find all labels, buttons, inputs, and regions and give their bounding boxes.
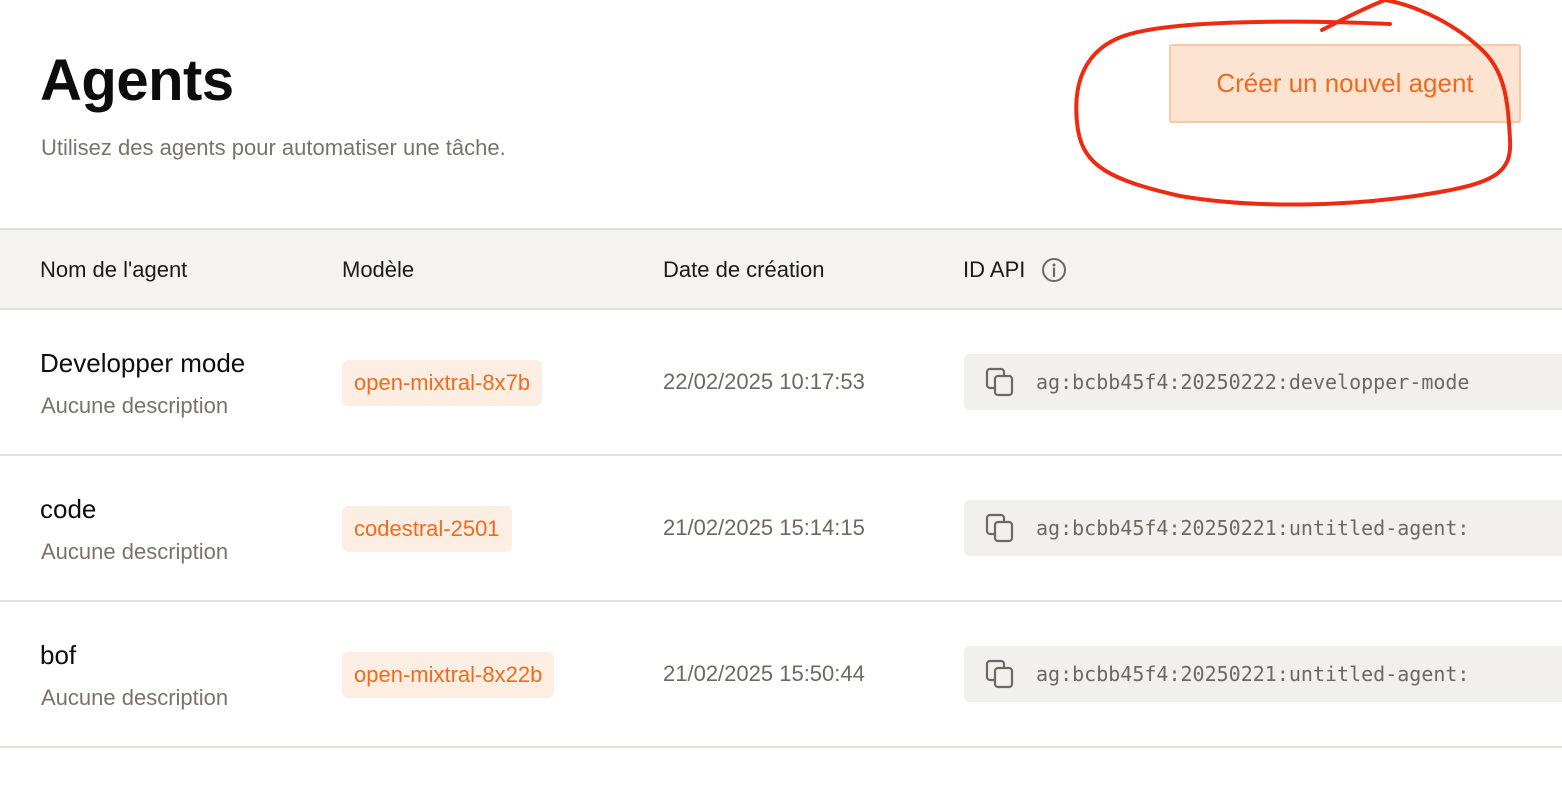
agent-description: Aucune description <box>41 393 229 418</box>
agent-name[interactable]: Developper mode <box>40 347 245 379</box>
column-header-model: Modèle <box>342 230 414 310</box>
api-id-field: ag:bcbb45f4:20250222:developper-mode <box>964 354 1562 410</box>
column-header-created: Date de création <box>663 230 824 310</box>
creation-date: 22/02/2025 10:17:53 <box>663 369 865 394</box>
agent-name[interactable]: bof <box>40 639 76 671</box>
creation-date: 21/02/2025 15:14:15 <box>663 515 865 540</box>
table-header: Nom de l'agent Modèle Date de création I… <box>0 228 1562 310</box>
column-header-name: Nom de l'agent <box>40 230 187 310</box>
api-id-field: ag:bcbb45f4:20250221:untitled-agent: <box>964 646 1562 702</box>
api-id-field: ag:bcbb45f4:20250221:untitled-agent: <box>964 500 1562 556</box>
agents-page: Agents Utilisez des agents pour automati… <box>0 0 1562 810</box>
column-header-created-label: Date de création <box>663 257 825 282</box>
agent-description: Aucune description <box>41 539 229 564</box>
api-id-value: ag:bcbb45f4:20250221:untitled-agent: <box>1036 662 1470 686</box>
column-header-model-label: Modèle <box>342 257 415 282</box>
agent-name[interactable]: code <box>40 493 96 525</box>
agents-table: Nom de l'agent Modèle Date de création I… <box>0 228 1562 748</box>
table-row[interactable]: code Aucune description codestral-2501 2… <box>0 456 1562 602</box>
table-row[interactable]: bof Aucune description open-mixtral-8x22… <box>0 602 1562 748</box>
creation-date: 21/02/2025 15:50:44 <box>663 661 865 686</box>
column-header-api-id: ID API <box>963 230 1067 310</box>
copy-icon[interactable] <box>984 658 1016 690</box>
model-badge: open-mixtral-8x7b <box>342 360 543 406</box>
page-subtitle: Utilisez des agents pour automatiser une… <box>41 135 506 160</box>
copy-icon[interactable] <box>984 366 1016 398</box>
api-id-value: ag:bcbb45f4:20250222:developper-mode <box>1036 370 1470 394</box>
copy-icon[interactable] <box>984 512 1016 544</box>
create-agent-button[interactable]: Créer un nouvel agent <box>1169 44 1521 123</box>
model-badge: codestral-2501 <box>342 506 512 552</box>
column-header-api-id-label: ID API <box>963 257 1026 282</box>
model-badge: open-mixtral-8x22b <box>342 652 555 698</box>
page-title: Agents <box>40 48 234 113</box>
api-id-value: ag:bcbb45f4:20250221:untitled-agent: <box>1036 516 1470 540</box>
table-row[interactable]: Developper mode Aucune description open-… <box>0 310 1562 456</box>
column-header-name-label: Nom de l'agent <box>40 257 188 282</box>
info-circle-icon[interactable] <box>1041 257 1067 283</box>
agent-description: Aucune description <box>41 685 229 710</box>
